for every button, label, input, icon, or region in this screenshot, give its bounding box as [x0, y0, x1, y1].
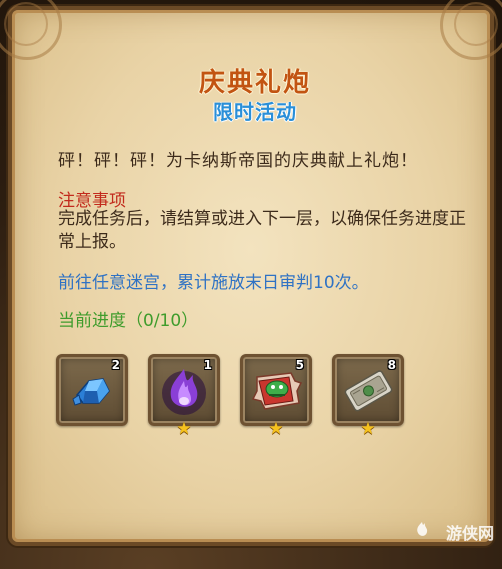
- star-icon: ★: [176, 419, 192, 439]
- event-subtitle: 限时活动: [213, 100, 297, 124]
- reward-count: 5: [295, 358, 304, 372]
- corner-ornament-icon: [4, 2, 48, 46]
- event-dialog-panel: 庆典礼炮 限时活动 砰！砰！砰！为卡纳斯帝国的庆典献上礼炮！ 注意事项 完成任务…: [0, 0, 502, 546]
- progress-text: 当前进度（0/10）: [58, 311, 199, 331]
- reward-count: 8: [387, 358, 396, 372]
- event-title: 庆典礼炮: [198, 68, 311, 98]
- watermark: 游侠网: [445, 524, 494, 543]
- reward-slot-1[interactable]: 2: [56, 354, 128, 426]
- star-icon: ★: [268, 419, 284, 439]
- note-body: 完成任务后，请结算或进入下一层，以确保任务进度正常上报。: [58, 209, 466, 252]
- reward-count: 1: [203, 358, 212, 372]
- reward-slot-2[interactable]: 1: [148, 354, 220, 426]
- reward-count: 2: [111, 358, 120, 372]
- reward-slot-4[interactable]: 8: [332, 354, 404, 426]
- star-icon: ★: [360, 419, 376, 439]
- corner-ornament-icon: [454, 2, 498, 46]
- watermark-logo-icon: [417, 522, 428, 536]
- event-description: 砰！砰！砰！为卡纳斯帝国的庆典献上礼炮！: [58, 151, 418, 171]
- reward-slot-3[interactable]: 5: [240, 354, 312, 426]
- quest-goal: 前往任意迷宫，累计施放末日审判10次。: [58, 273, 369, 293]
